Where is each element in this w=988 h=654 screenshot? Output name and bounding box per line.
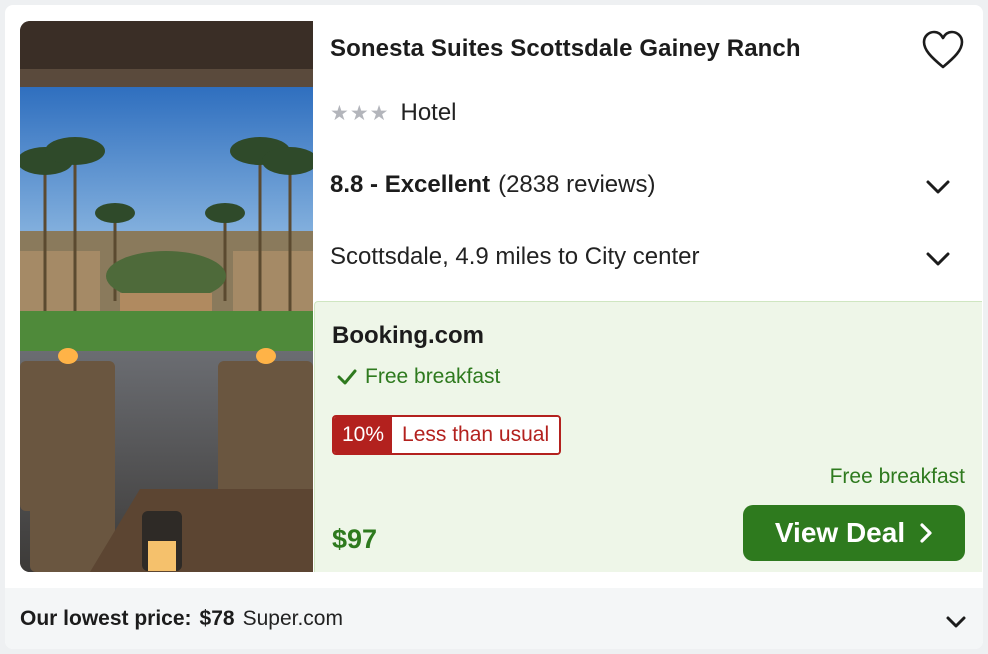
view-deal-button[interactable]: View Deal: [743, 505, 965, 561]
heart-icon[interactable]: [921, 29, 965, 71]
property-type: Hotel: [400, 99, 457, 126]
deal-feature-label: Free breakfast: [365, 365, 501, 388]
star-icon: ★: [330, 101, 349, 125]
hotel-photo-image: [20, 21, 313, 572]
chevron-down-icon[interactable]: [945, 612, 967, 628]
chevron-down-icon[interactable]: [925, 249, 951, 269]
star-icon: ★: [369, 101, 389, 125]
badge-percent: 10%: [334, 417, 393, 453]
chevron-right-icon: [920, 523, 932, 543]
hotel-photo[interactable]: [20, 21, 313, 572]
location-text[interactable]: Scottsdale, 4.9 miles to City center: [330, 243, 700, 271]
price-badge: 10% Less than usual: [332, 415, 562, 455]
check-icon: [337, 369, 357, 385]
hotel-name[interactable]: Sonesta Suites Scottsdale Gainey Ranch: [330, 35, 801, 63]
rating-row[interactable]: 8.8 - Excellent (2838 reviews): [330, 171, 655, 199]
lowest-price-bar[interactable]: Our lowest price: $78 Super.com: [5, 588, 983, 649]
badge-text: Less than usual: [392, 417, 560, 453]
rating-score: 8.8 - Excellent: [330, 171, 491, 198]
lowest-price-provider: Super.com: [242, 606, 343, 630]
star-icon: ★: [349, 101, 369, 125]
star-rating: ★ ★ ★: [330, 103, 388, 124]
chevron-down-icon[interactable]: [925, 177, 951, 197]
deal-panel[interactable]: Booking.com Free breakfast 10% Less than…: [314, 301, 982, 572]
view-deal-label: View Deal: [774, 517, 906, 548]
lowest-price-label: Our lowest price:: [20, 606, 192, 630]
deal-price: $97: [332, 524, 378, 554]
hotel-info: Sonesta Suites Scottsdale Gainey Ranch ★…: [313, 21, 983, 301]
deal-feature: Free breakfast: [337, 365, 500, 389]
review-count: (2838 reviews): [498, 171, 656, 198]
hotel-class-row: ★ ★ ★ Hotel: [330, 99, 457, 127]
lowest-price-amount: $78: [199, 606, 235, 630]
hotel-result-card[interactable]: Sonesta Suites Scottsdale Gainey Ranch ★…: [5, 5, 983, 649]
price-feature: Free breakfast: [829, 465, 965, 488]
deal-provider: Booking.com: [332, 322, 485, 349]
